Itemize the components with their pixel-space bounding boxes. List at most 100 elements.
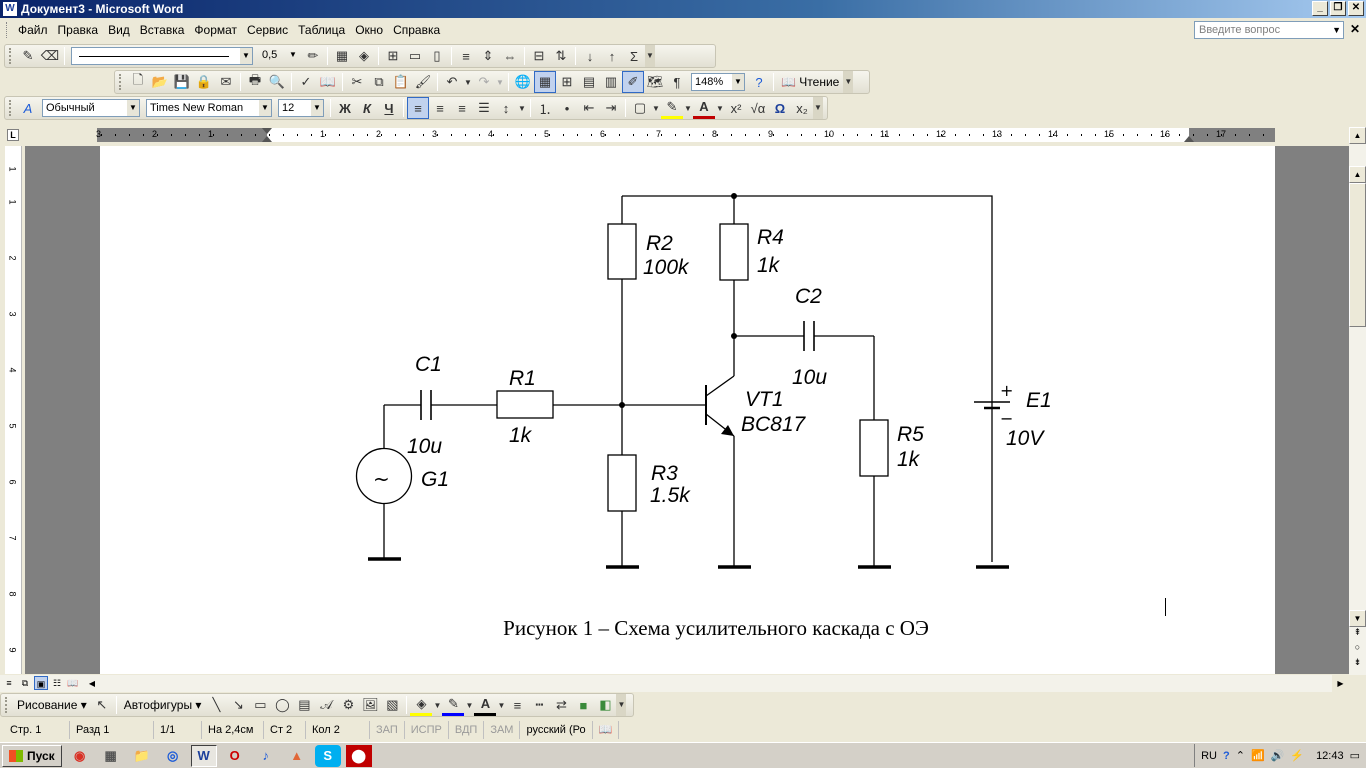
explorer-folder-icon[interactable]: 📁 [129, 745, 155, 767]
volume-icon[interactable]: 🔊 [1271, 749, 1285, 762]
show-desktop-icon[interactable]: ▭ [1350, 749, 1360, 762]
scroll-left-arrow-icon[interactable]: ◀ [86, 675, 98, 692]
line-style-icon[interactable]: ≡ [506, 694, 528, 716]
diagram-icon[interactable]: ⚙ [337, 694, 359, 716]
chevron-down-icon[interactable]: ▼ [1332, 22, 1341, 38]
matlab-icon[interactable]: ▲ [284, 745, 310, 767]
new-document-icon[interactable]: 🗋 [127, 71, 149, 93]
status-track-changes[interactable]: ИСПР [405, 721, 449, 739]
clock[interactable]: 12:43 [1310, 750, 1344, 762]
copy-icon[interactable]: ⧉ [368, 71, 390, 93]
subscript-icon[interactable]: x₂ [791, 97, 813, 119]
web-view-icon[interactable]: ⧉ [18, 676, 32, 690]
word-app-icon[interactable]: W [3, 2, 17, 16]
menu-insert[interactable]: Вставка [135, 19, 190, 41]
browser-icon[interactable]: ◎ [160, 745, 186, 767]
status-record[interactable]: ЗАП [370, 721, 405, 739]
language-indicator[interactable]: RU [1201, 750, 1217, 762]
normal-view-icon[interactable]: ≡ [2, 676, 16, 690]
scrollbar-thumb[interactable] [1349, 183, 1366, 327]
show-formatting-icon[interactable]: ¶ [666, 71, 688, 93]
bold-button[interactable]: Ж [334, 97, 356, 119]
font-color-icon[interactable]: A [474, 694, 497, 716]
scroll-down-arrow-icon[interactable]: ▼ [1349, 610, 1366, 627]
chevron-down-icon[interactable]: ▼ [517, 97, 527, 119]
vertical-ruler[interactable]: 1 1 2 3 4 5 6 7 8 9 [5, 146, 22, 674]
outside-border-icon[interactable]: ▢ [629, 97, 651, 119]
menu-view[interactable]: Вид [103, 19, 135, 41]
chevron-down-icon[interactable]: ▼ [463, 71, 473, 93]
menu-help[interactable]: Справка [388, 19, 445, 41]
toolbar-options-icon[interactable]: ▼ [616, 694, 627, 716]
italic-button[interactable]: К [356, 97, 378, 119]
reading-view-icon[interactable]: 📖 [66, 676, 80, 690]
browse-object-icon[interactable]: ○ [1349, 642, 1366, 652]
font-select[interactable]: Times New Roman ▼ [146, 99, 272, 117]
close-button[interactable]: ✕ [1348, 1, 1364, 16]
scroll-right-arrow-icon[interactable]: ▶ [1332, 675, 1349, 692]
chevron-down-icon[interactable]: ▼ [432, 694, 442, 716]
power-icon[interactable]: ⚡ [1290, 749, 1304, 762]
help-icon[interactable]: ? [1223, 750, 1230, 762]
skype-icon[interactable]: S [314, 744, 341, 767]
document-map-icon[interactable]: 🗺 [644, 71, 666, 93]
dash-style-icon[interactable]: ┅ [528, 694, 550, 716]
zoom-select[interactable]: 148% ▼ [691, 73, 745, 91]
autosum-icon[interactable]: Σ [623, 45, 645, 67]
paste-icon[interactable]: 📋 [390, 71, 412, 93]
merge-cells-icon[interactable]: ▭ [404, 45, 426, 67]
toolbar-grip[interactable] [5, 697, 9, 713]
font-color-icon[interactable]: A [693, 97, 715, 119]
toolbar-grip[interactable] [9, 100, 13, 116]
border-color-icon[interactable]: ✏ [302, 45, 324, 67]
bullets-icon[interactable]: • [556, 97, 578, 119]
shading-color-icon[interactable]: ◈ [353, 45, 375, 67]
first-line-indent-marker[interactable] [262, 128, 272, 134]
drawing-toggle-icon[interactable]: ✐ [622, 71, 644, 93]
email-icon[interactable]: ✉ [215, 71, 237, 93]
line-style-select[interactable]: ▼ [71, 47, 253, 65]
document-page[interactable]: R2 100k R4 1k C2 10u C1 10u R1 1k VT1 BC… [100, 146, 1275, 674]
line-color-icon[interactable]: ✎ [442, 694, 465, 716]
rectangle-tool-icon[interactable]: ▭ [249, 694, 271, 716]
permission-icon[interactable]: 🔒 [193, 71, 215, 93]
reading-mode-button[interactable]: 📖 Чтение [777, 75, 843, 89]
increase-indent-icon[interactable]: ⇥ [600, 97, 622, 119]
style-select[interactable]: Обычный ▼ [42, 99, 140, 117]
distribute-rows-icon[interactable]: ⇕ [477, 45, 499, 67]
tables-borders-toggle-icon[interactable]: ▦ [534, 71, 556, 93]
toolbar-options-icon[interactable]: ▼ [813, 97, 823, 119]
chevron-down-icon[interactable]: ▼ [496, 694, 506, 716]
restore-button[interactable]: ❐ [1330, 1, 1346, 16]
sort-ascending-icon[interactable]: ↓ [579, 45, 601, 67]
fill-color-icon[interactable]: ◈ [410, 694, 433, 716]
borders-icon[interactable]: ▦ [331, 45, 353, 67]
network-icon[interactable]: 📶 [1251, 749, 1265, 762]
decrease-indent-icon[interactable]: ⇤ [578, 97, 600, 119]
research-icon[interactable]: 📖 [317, 71, 339, 93]
styles-icon[interactable]: A [17, 97, 39, 119]
document-area[interactable]: R2 100k R4 1k C2 10u C1 10u R1 1k VT1 BC… [25, 146, 1349, 674]
chevron-down-icon[interactable]: ▼ [495, 71, 505, 93]
font-size-select[interactable]: 12 ▼ [278, 99, 324, 117]
vertical-scrollbar[interactable]: ▲ ▲ ▼ ⇞ ○ ⇟ [1349, 127, 1366, 675]
spelling-icon[interactable]: ✓ [295, 71, 317, 93]
distribute-columns-icon[interactable]: ⇔ [499, 45, 521, 67]
menu-edit[interactable]: Правка [53, 19, 104, 41]
align-center-icon[interactable]: ≡ [429, 97, 451, 119]
opera-icon[interactable]: O [222, 745, 248, 767]
toolbar-grip[interactable] [9, 48, 13, 64]
toolbar-options-icon[interactable]: ▼ [843, 71, 854, 93]
scroll-up-arrow-icon[interactable]: ▲ [1349, 127, 1366, 144]
toolbar-options-icon[interactable]: ▼ [645, 45, 655, 67]
menu-file[interactable]: Файл [13, 19, 53, 41]
line-spacing-icon[interactable]: ↕ [495, 97, 517, 119]
chevron-up-icon[interactable]: ⌃ [1236, 749, 1245, 762]
minimize-button[interactable]: _ [1312, 1, 1328, 16]
previous-page-icon[interactable]: ⇞ [1349, 627, 1366, 638]
open-folder-icon[interactable]: 📂 [149, 71, 171, 93]
hyperlink-icon[interactable]: 🌐 [512, 71, 534, 93]
toolbar-grip[interactable] [119, 74, 123, 90]
redo-icon[interactable]: ↷ [473, 71, 495, 93]
status-language[interactable]: русский (Ро [520, 721, 593, 739]
